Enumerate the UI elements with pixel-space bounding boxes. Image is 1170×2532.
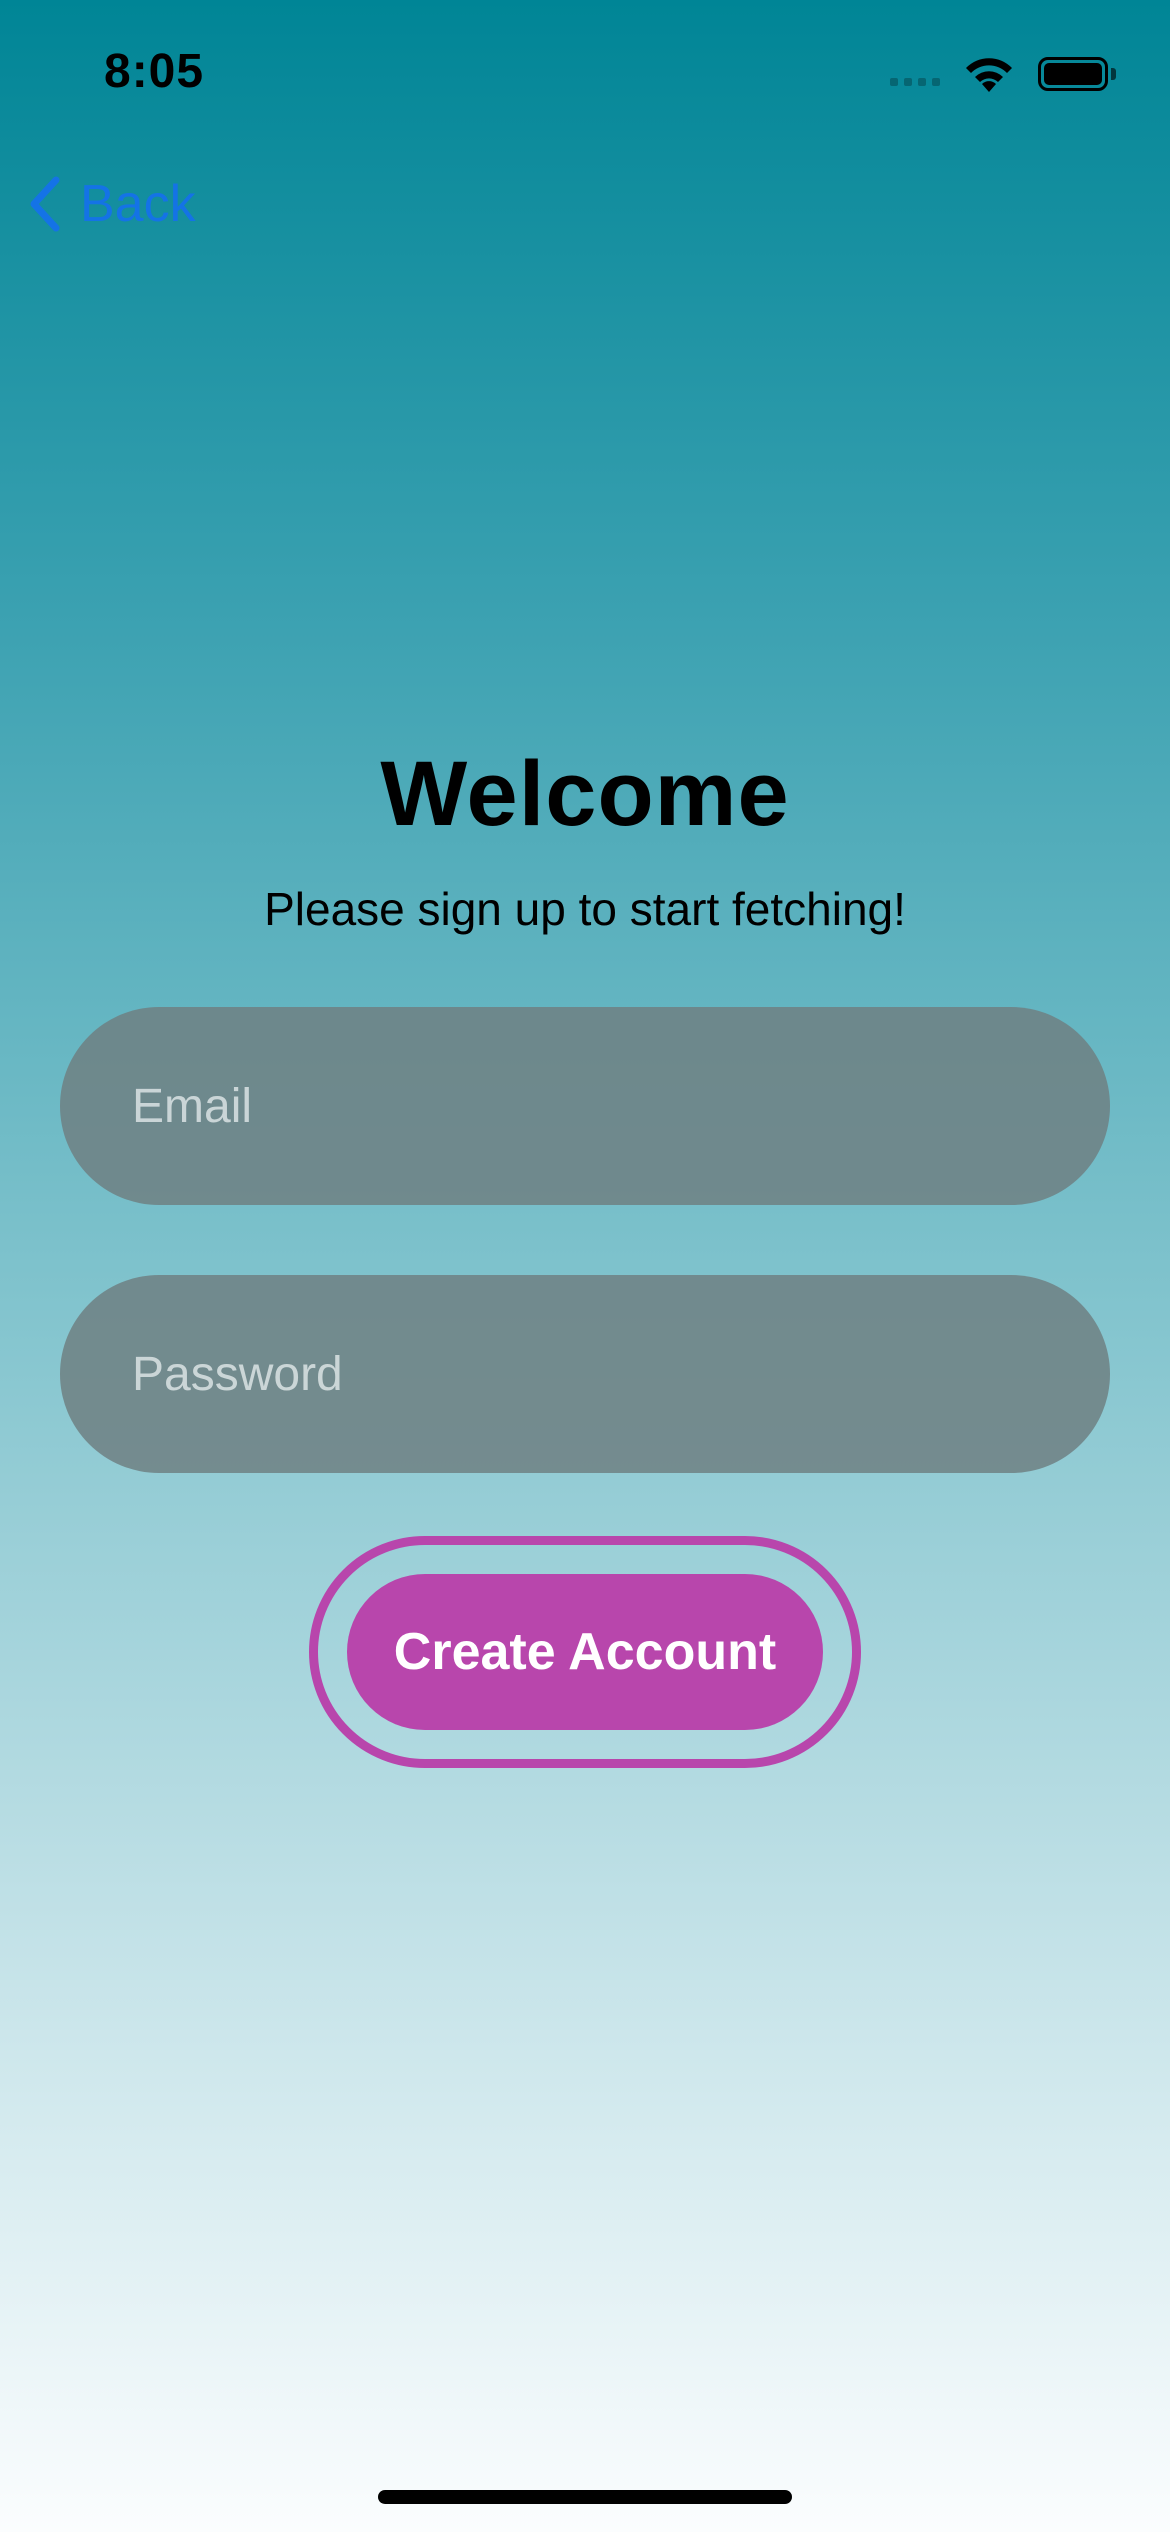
back-button[interactable]: Back bbox=[26, 174, 196, 234]
home-indicator[interactable] bbox=[378, 2490, 792, 2504]
status-time: 8:05 bbox=[104, 45, 205, 98]
chevron-left-icon bbox=[30, 176, 60, 232]
password-field-container bbox=[60, 1275, 1110, 1473]
battery-icon bbox=[1038, 57, 1108, 91]
password-field[interactable] bbox=[130, 1345, 1040, 1403]
wifi-icon bbox=[966, 58, 1012, 92]
back-label: Back bbox=[80, 175, 196, 233]
page-title: Welcome bbox=[380, 743, 790, 845]
sign-up-screen: 8:05 Back Welcome Please sign up to star… bbox=[0, 0, 1170, 2532]
page-subtitle: Please sign up to start fetching! bbox=[264, 883, 906, 935]
cellular-signal-icon bbox=[890, 62, 940, 86]
create-account-button[interactable]: Create Account bbox=[347, 1574, 823, 1730]
battery-cap bbox=[1111, 68, 1116, 80]
email-field-container bbox=[60, 1007, 1110, 1205]
status-icons bbox=[890, 54, 1116, 94]
email-field[interactable] bbox=[130, 1077, 1040, 1135]
